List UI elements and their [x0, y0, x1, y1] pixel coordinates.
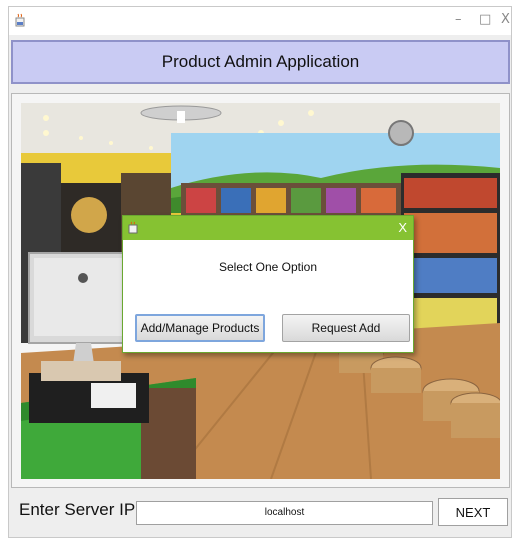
- app-header: Product Admin Application: [11, 40, 510, 84]
- server-ip-label: Enter Server IP ...: [19, 500, 154, 519]
- maximize-button[interactable]: □: [479, 12, 491, 27]
- minimize-button[interactable]: –: [455, 12, 462, 27]
- dialog-close-button[interactable]: X: [398, 220, 407, 235]
- close-button[interactable]: X: [501, 12, 510, 27]
- app-window: – □ X Product Admin Application X Select…: [8, 6, 512, 538]
- next-button[interactable]: NEXT: [438, 498, 508, 526]
- server-ip-input[interactable]: localhost: [136, 501, 433, 525]
- title-bar: – □ X: [9, 7, 511, 35]
- option-dialog: X Select One Option Add/Manage Products …: [122, 215, 414, 353]
- dialog-title-bar: X: [123, 216, 413, 240]
- java-cup-icon: [15, 13, 25, 27]
- java-cup-icon: [128, 221, 138, 234]
- dialog-message: Select One Option: [218, 260, 318, 274]
- request-add-button[interactable]: Request Add: [282, 314, 410, 342]
- add-manage-products-button[interactable]: Add/Manage Products: [135, 314, 265, 342]
- page-title: Product Admin Application: [161, 52, 360, 71]
